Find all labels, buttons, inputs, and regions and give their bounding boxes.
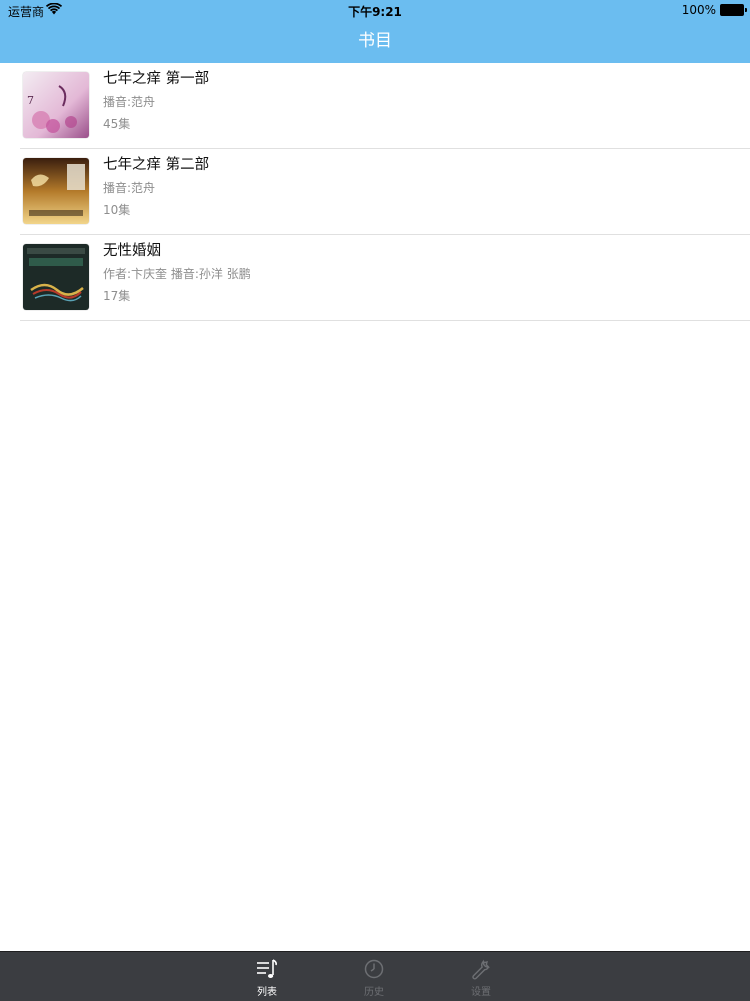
book-row[interactable]: 7 七年之痒 第一部 播音:范舟 45集 <box>20 63 750 149</box>
svg-text:7: 7 <box>27 94 34 107</box>
book-cover-image <box>23 244 89 310</box>
tab-label: 历史 <box>364 987 384 998</box>
top-bar: 运营商 下午9:21 100% 书目 <box>0 0 750 63</box>
tab-bar: 列表 历史 设置 <box>0 951 750 1001</box>
tab-history[interactable]: 历史 <box>339 952 409 1001</box>
book-cover <box>23 244 89 310</box>
episode-count: 17集 <box>103 289 131 303</box>
tab-label: 列表 <box>257 987 277 998</box>
book-row[interactable]: 七年之痒 第二部 播音:范舟 10集 <box>20 149 750 235</box>
tab-list[interactable]: 列表 <box>232 952 302 1001</box>
book-title: 七年之痒 第一部 <box>103 71 210 87</box>
book-meta: 播音:范舟 <box>103 181 156 195</box>
book-row[interactable]: 无性婚姻 作者:卞庆奎 播音:孙洋 张鹏 17集 <box>20 235 750 321</box>
book-title: 七年之痒 第二部 <box>103 157 210 173</box>
book-meta: 播音:范舟 <box>103 95 156 109</box>
status-time: 下午9:21 <box>348 5 402 19</box>
battery-indicator: 100% <box>681 3 747 17</box>
book-cover-image: 7 <box>23 72 89 138</box>
tab-settings[interactable]: 设置 <box>446 952 516 1001</box>
wrench-icon <box>472 959 490 980</box>
music-list-icon <box>257 959 277 978</box>
book-meta: 作者:卞庆奎 播音:孙洋 张鹏 <box>103 267 251 281</box>
clock-icon <box>364 959 384 979</box>
page-title: 书目 <box>358 31 392 51</box>
status-bar: 运营商 下午9:21 100% <box>0 0 750 20</box>
battery-percent: 100% <box>681 3 716 17</box>
book-title: 无性婚姻 <box>103 243 161 259</box>
book-list: 7 七年之痒 第一部 播音:范舟 45集 七年之痒 第二部 播音:范舟 10集 … <box>0 63 750 321</box>
book-cover-image <box>23 158 89 224</box>
tab-label: 设置 <box>471 987 491 998</box>
book-cover: 7 <box>23 72 89 138</box>
episode-count: 10集 <box>103 203 131 217</box>
battery-icon <box>720 4 747 16</box>
book-cover <box>23 158 89 224</box>
episode-count: 45集 <box>103 117 131 131</box>
